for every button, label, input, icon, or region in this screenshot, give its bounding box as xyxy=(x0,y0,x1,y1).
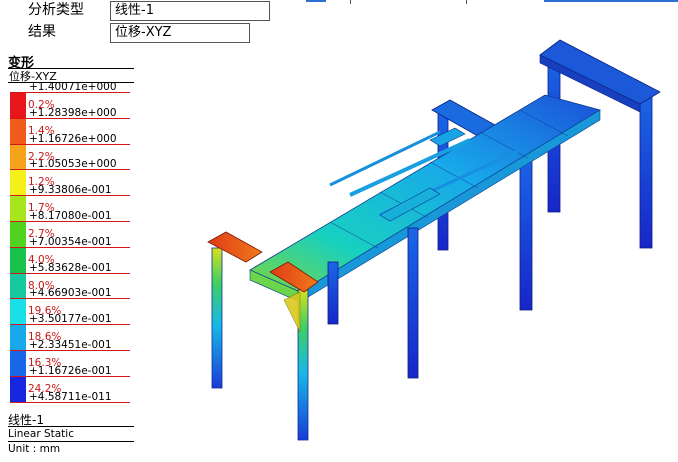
top-divider xyxy=(350,0,351,4)
legend-percentage: 1.2% xyxy=(28,176,55,189)
legend-percentage: 1.7% xyxy=(28,202,55,215)
legend-percentage: 16.3% xyxy=(28,357,62,369)
portal-frame-front xyxy=(207,227,419,441)
legend-color-band xyxy=(10,169,26,196)
legend-percentage: 2.2% xyxy=(28,150,55,163)
top-divider xyxy=(466,0,467,4)
unit-label: Unit : mm xyxy=(8,443,61,455)
legend-color-band xyxy=(10,324,26,350)
portal-frame-back xyxy=(539,39,661,249)
legend-percentage: 24.2% xyxy=(28,382,62,395)
legend-color-band xyxy=(10,272,26,299)
cross-beams xyxy=(379,127,466,222)
legend-color-band xyxy=(10,350,26,376)
top-tab-indicator xyxy=(544,0,678,2)
result-field[interactable]: 位移-XYZ xyxy=(110,23,250,43)
legend-color-band xyxy=(10,246,26,273)
result-label: 结果 xyxy=(28,24,56,40)
legend-color-band xyxy=(10,117,26,144)
main-girder xyxy=(249,94,602,303)
legend-percentage: 2.7% xyxy=(28,228,55,240)
legend-percentage: 19.6% xyxy=(28,305,62,318)
footer-divider xyxy=(8,441,134,442)
side-rails xyxy=(329,130,521,217)
top-tab-indicator xyxy=(306,0,326,2)
legend-percentage: 4.0% xyxy=(28,253,55,266)
analysis-type-field[interactable]: 线性-1 xyxy=(110,1,270,21)
legend-percentage: 8.0% xyxy=(28,279,55,292)
legend-color-band xyxy=(10,92,26,118)
legend-color-band xyxy=(10,221,26,247)
footer-divider xyxy=(8,426,134,427)
legend-color-band xyxy=(10,375,26,402)
legend-percentage: 1.4% xyxy=(28,124,55,137)
legend-color-band xyxy=(10,143,26,170)
analysis-kind: Linear Static xyxy=(8,428,74,440)
legend-value: +1.40071e+000 xyxy=(29,81,117,93)
legend-percentage: 0.2% xyxy=(28,99,55,111)
portal-frame-middle xyxy=(431,99,541,311)
legend-color-band xyxy=(10,195,26,221)
analysis-type-label: 分析类型 xyxy=(28,2,84,18)
legend-color-band xyxy=(10,298,26,325)
legend-percentage: 18.6% xyxy=(28,331,62,344)
